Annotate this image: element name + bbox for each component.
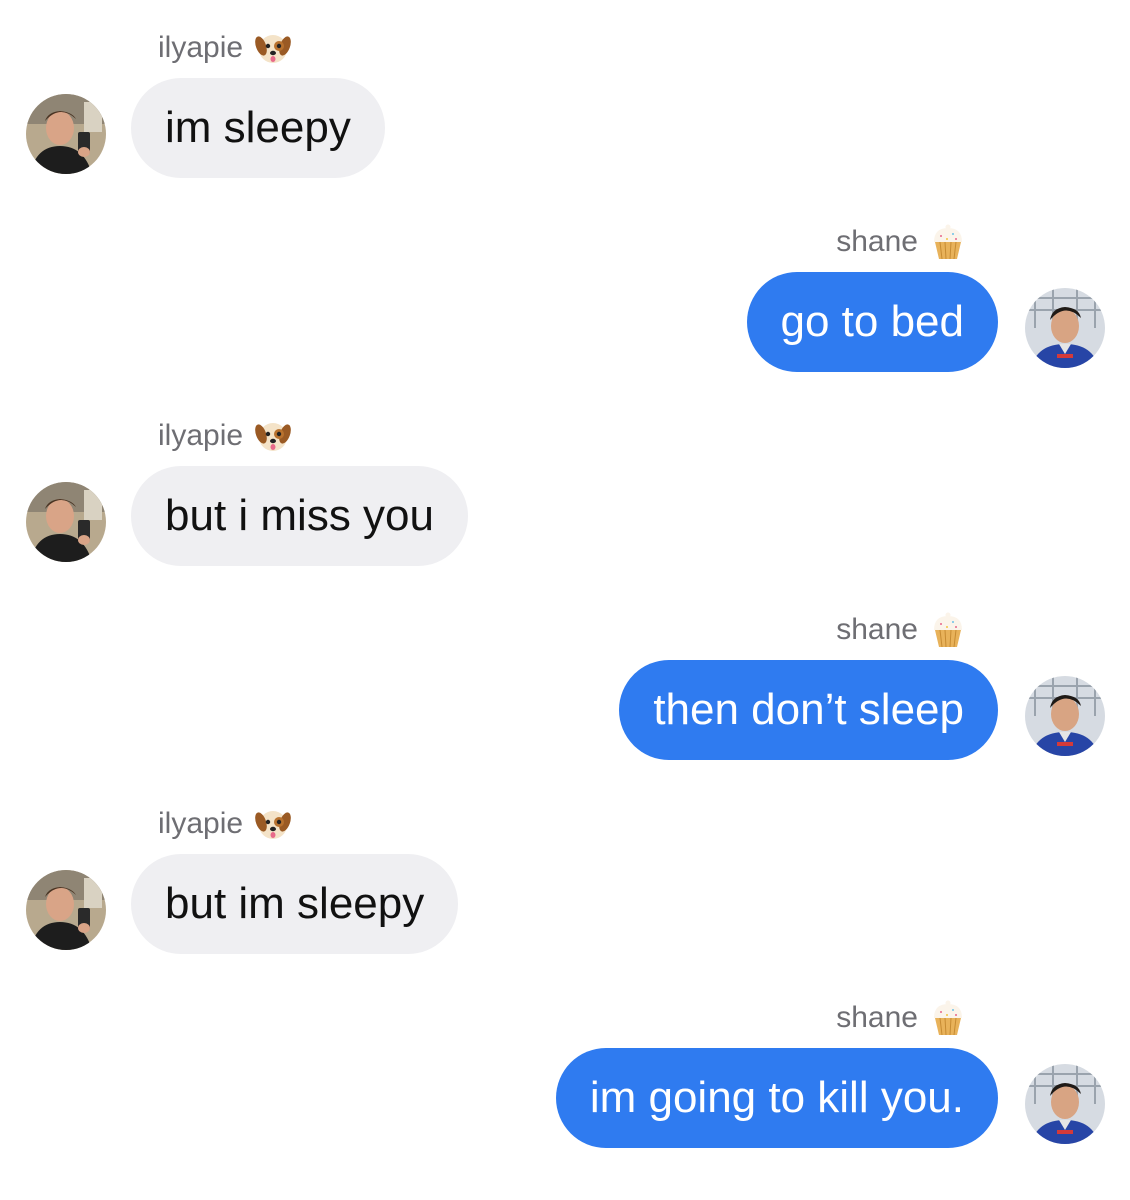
message-row: shane then don’t sleep <box>0 610 1130 780</box>
avatar-ilyapie[interactable] <box>26 94 106 174</box>
sender-label: shane <box>836 222 968 262</box>
sender-label: ilyapie <box>158 28 293 68</box>
message-row: shane im going to kill you. <box>0 998 1130 1168</box>
sender-label: shane <box>836 998 968 1038</box>
avatar-ilyapie[interactable] <box>26 482 106 562</box>
message-text: but im sleepy <box>165 879 425 928</box>
message-row: shane go to bed <box>0 222 1130 392</box>
avatar-shane[interactable] <box>1025 676 1105 756</box>
message-text: go to bed <box>780 297 965 346</box>
message-row: ilyapie im sleepy <box>0 28 1130 198</box>
avatar-ilyapie[interactable] <box>26 870 106 950</box>
message-bubble-incoming[interactable]: but i miss you <box>131 466 468 566</box>
avatar-shane[interactable] <box>1025 288 1105 368</box>
dog-face-icon <box>253 28 293 68</box>
dog-face-icon <box>253 804 293 844</box>
sender-name: ilyapie <box>158 419 244 452</box>
message-bubble-outgoing[interactable]: then don’t sleep <box>619 660 998 760</box>
message-row: ilyapie but im sleepy <box>0 804 1130 974</box>
message-text: but i miss you <box>165 491 434 540</box>
sender-name: ilyapie <box>158 807 244 840</box>
cupcake-icon <box>928 998 968 1038</box>
avatar-shane[interactable] <box>1025 1064 1105 1144</box>
sender-name: ilyapie <box>158 31 244 64</box>
sender-name: shane <box>836 613 918 646</box>
message-row: ilyapie but i miss you <box>0 416 1130 586</box>
cupcake-icon <box>928 222 968 262</box>
message-text: then don’t sleep <box>653 685 964 734</box>
message-text: im going to kill you. <box>589 1073 964 1122</box>
sender-name: shane <box>836 1001 918 1034</box>
sender-label: ilyapie <box>158 804 293 844</box>
dog-face-icon <box>253 416 293 456</box>
message-text: im sleepy <box>165 103 351 152</box>
sender-label: ilyapie <box>158 416 293 456</box>
message-bubble-outgoing[interactable]: go to bed <box>746 272 998 372</box>
cupcake-icon <box>928 610 968 650</box>
message-bubble-outgoing[interactable]: im going to kill you. <box>555 1048 998 1148</box>
sender-name: shane <box>836 225 918 258</box>
sender-label: shane <box>836 610 968 650</box>
message-bubble-incoming[interactable]: but im sleepy <box>131 854 459 954</box>
message-bubble-incoming[interactable]: im sleepy <box>131 78 385 178</box>
